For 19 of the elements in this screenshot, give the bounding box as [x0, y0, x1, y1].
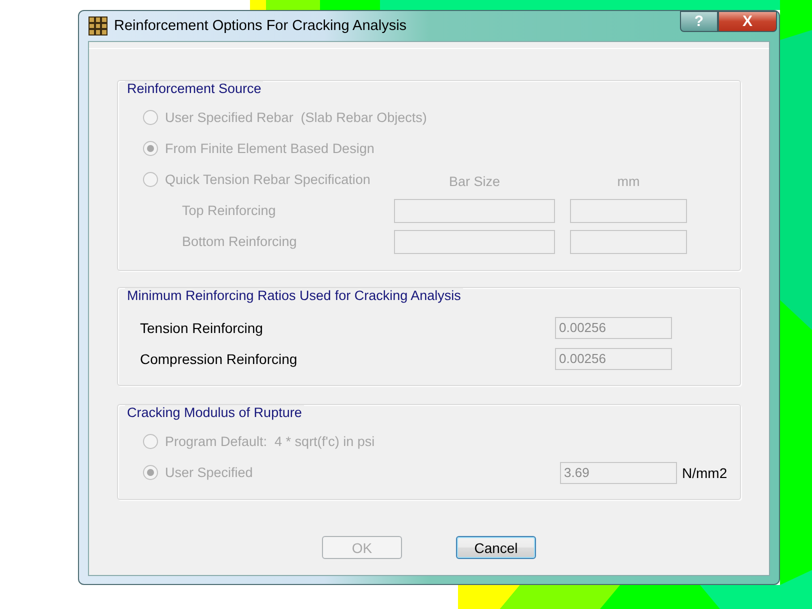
grid-icon	[88, 16, 108, 36]
radio-label: From Finite Element Based Design	[165, 141, 374, 156]
radio-label: User Specified	[165, 465, 253, 480]
column-header: mm	[617, 174, 640, 189]
unit-label: N/mm2	[682, 464, 728, 480]
radio-label: Program Default: 4 * sqrt(f'c) in psi	[165, 434, 375, 449]
close-button[interactable]: X	[718, 11, 777, 32]
field-label: Compression Reinforcing	[140, 350, 298, 366]
field-label: Bottom Reinforcing	[182, 234, 297, 249]
group-title: Cracking Modulus of Rupture	[125, 405, 304, 421]
help-button[interactable]: ?	[680, 11, 718, 32]
group-title: Minimum Reinforcing Ratios Used for Cracking Analysis	[125, 288, 463, 304]
radio-label: User Specified Rebar (Slab Rebar Objects)	[165, 110, 427, 125]
column-header: Bar Size	[448, 174, 500, 189]
field-label: Top Reinforcing	[182, 203, 276, 218]
cancel-button[interactable]: Cancel	[456, 536, 536, 559]
field-label: Tension Reinforcing	[140, 320, 263, 336]
window-title: Reinforcement Options For Cracking Analysis	[114, 18, 408, 34]
radio-label: Quick Tension Rebar Specification	[165, 172, 370, 187]
